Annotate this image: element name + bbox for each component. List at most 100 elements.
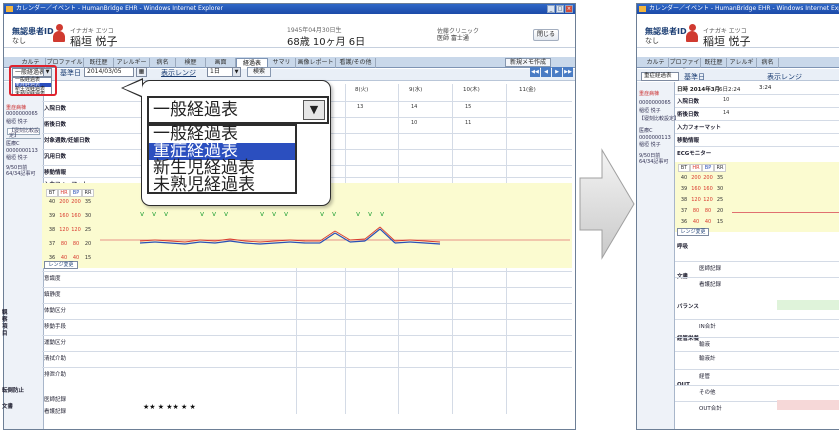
trend-segment-red-13 <box>334 230 351 241</box>
v-marker-4: v <box>212 210 216 218</box>
grid-header-col-0: 6日2:24 <box>719 87 741 93</box>
patient-header: 無認患者ID なし イナガキ エツコ 稲垣 悦子 1945年04月30日生 68… <box>4 14 575 48</box>
trend-segment-18 <box>409 241 426 244</box>
tab-right-0[interactable]: カルテ <box>643 58 669 68</box>
observation-line-1 <box>42 287 572 288</box>
calendar-icon[interactable]: ▦ <box>136 67 147 77</box>
sheet-type-select-zoomed[interactable]: 一般経過表 ▼ <box>147 96 329 124</box>
sidebar-item-6[interactable]: 稲垣 悦子 <box>639 141 661 148</box>
vital-scale-0-0: 40 <box>680 175 688 181</box>
vital-scale-4-0: 36 <box>680 219 688 225</box>
trend-segment-red-15 <box>364 226 381 240</box>
patient-age: 68歳 10ヶ月 6日 <box>287 37 366 48</box>
vital-scale-3-2: 80 <box>72 241 80 247</box>
search-button[interactable]: 検索 <box>247 67 271 77</box>
lower-line-5 <box>675 369 839 370</box>
trend-segment-6 <box>229 240 246 244</box>
sidebar-item-8[interactable]: 64/34記事可 <box>639 158 668 165</box>
tab-5[interactable]: 検歴 <box>176 58 206 68</box>
base-date-input[interactable]: 2014/03/05 <box>84 67 134 77</box>
vital-scale-2-0: 38 <box>48 227 56 233</box>
tab-4[interactable]: 病名 <box>150 58 176 68</box>
sidebar-item-6[interactable]: 稲垣 悦子 <box>6 154 28 161</box>
tab-right-4[interactable]: 病名 <box>757 58 779 68</box>
doc-row-0: 医師記録 <box>44 397 67 403</box>
nav-button-1[interactable]: ◀ <box>541 67 551 77</box>
sheet-type-select[interactable]: 重症経過表 <box>641 72 679 81</box>
row-line-1 <box>675 107 839 108</box>
patient-id-value: なし <box>12 37 26 45</box>
v-marker-8: v <box>284 210 288 218</box>
vital-scale-1-1: 160 <box>59 213 69 219</box>
row-label-0: 入院日数 <box>677 99 700 105</box>
nav-button-3[interactable]: ▶▶ <box>563 67 573 77</box>
option-zoomed-3[interactable]: 未熟児経過表 <box>149 177 295 194</box>
grid-header-col-1: 3:24 <box>759 85 772 91</box>
title-bar: カレンダー／イベント - HumanBridge EHR - Windows I… <box>4 4 575 14</box>
sidebar-item-2[interactable]: 稲垣 悦子 <box>6 118 28 125</box>
patient-name: 稲垣 悦子 <box>70 35 118 48</box>
vital-scale-3-1: 80 <box>60 241 68 247</box>
tab-right-2[interactable]: 既往歴 <box>701 58 727 68</box>
observation-line-4 <box>42 335 572 336</box>
display-range-label[interactable]: 表示レンジ <box>161 68 196 78</box>
vital-scale-2-1: 120 <box>59 227 69 233</box>
sheet-type-options-zoomed[interactable]: 一般経過表 重症経過表 新生児経過表 未熟児経過表 <box>147 124 297 194</box>
minimize-button[interactable]: _ <box>547 5 555 13</box>
v-marker-9: v <box>320 210 324 218</box>
v-marker-3: v <box>200 210 204 218</box>
nav-button-2[interactable]: ▶ <box>552 67 562 77</box>
sidebar-item-3[interactable]: 【寝刻比較設定】 <box>7 128 40 139</box>
sidebar-item-8[interactable]: 64/34記事可 <box>6 170 35 177</box>
row-label-3: 移動情報 <box>677 138 700 144</box>
new-memo-button[interactable]: 新規メモ作成 <box>505 58 551 67</box>
vital-scale-1-2: 160 <box>71 213 81 219</box>
tab-right-1[interactable]: プロファイル <box>669 58 701 75</box>
row-label-2: 対象週数/妊娠日数 <box>44 138 91 144</box>
callout-pointer-inner <box>123 80 142 96</box>
display-range-label[interactable]: 表示レンジ <box>767 72 802 82</box>
display-range-select[interactable]: 1日 ▼ <box>207 67 241 77</box>
tab-10[interactable]: 看護/その他 <box>336 58 376 68</box>
observation-row-1: 鎮静度 <box>44 292 61 298</box>
tab-bar: カルテプロファイル既往歴アレルギー病名 <box>637 57 839 75</box>
range-change-button[interactable]: レンジ変更 <box>44 261 78 269</box>
vital-scale-1-3: 30 <box>716 186 724 192</box>
lower-row-0: 医師記録 <box>699 266 722 272</box>
nav-button-0[interactable]: ◀◀ <box>530 67 540 77</box>
patient-name: 稲垣 悦子 <box>703 35 751 48</box>
vital-scale-0-3: 35 <box>84 199 92 205</box>
lower-row-1: 看護記録 <box>699 282 722 288</box>
sidebar-item-0[interactable]: 重症病棟 <box>639 90 659 97</box>
sidebar-item-4[interactable]: 医療C <box>6 140 20 147</box>
sidebar-item-4[interactable]: 医療C <box>639 127 653 134</box>
trend-segment-17 <box>394 241 411 244</box>
trend-segment-7 <box>244 242 261 245</box>
chevron-down-icon[interactable]: ▼ <box>232 68 240 76</box>
observation-row-0: 意識度 <box>44 276 61 282</box>
sidebar-item-2[interactable]: 稲垣 悦子 <box>639 107 661 114</box>
sidebar-item-1[interactable]: 0000000065 <box>6 111 38 117</box>
vital-scale-0-0: 40 <box>48 199 56 205</box>
doc-row-1: 看護記録 <box>44 409 67 415</box>
range-change-button[interactable]: レンジ変更 <box>677 228 709 236</box>
trend-segment-4 <box>199 241 216 244</box>
sidebar-item-3[interactable]: 【寝刻比較設定】 <box>639 115 679 122</box>
date-header-1: 8(火) <box>355 87 369 93</box>
trend-segment-red-16 <box>379 226 396 242</box>
lower-row-3: 輸液 <box>699 342 711 348</box>
close-button[interactable]: 閉じる <box>533 29 559 41</box>
chevron-down-icon[interactable]: ▼ <box>303 100 325 120</box>
sidebar-item-1[interactable]: 0000000065 <box>639 100 671 106</box>
lower-line-6 <box>675 385 839 386</box>
tab-right-3[interactable]: アレルギー <box>727 58 757 75</box>
tab-9[interactable]: 画像レポート <box>296 58 336 68</box>
close-window-button[interactable]: × <box>565 5 573 13</box>
tab-8[interactable]: サマリ <box>268 58 296 68</box>
sidebar-item-0[interactable]: 重症病棟 <box>6 104 26 111</box>
vital-scale-0-2: 200 <box>71 199 81 205</box>
sidebar: 重症病棟 0000000065 稲垣 悦子 【寝刻比較設定】 医療C 0000000113… <box>4 82 44 429</box>
patient-header: 無認患者ID なし イナガキ エツコ 稲垣 悦子 <box>637 14 839 48</box>
vital-scale-1-3: 30 <box>84 213 92 219</box>
maximize-button[interactable]: □ <box>556 5 564 13</box>
